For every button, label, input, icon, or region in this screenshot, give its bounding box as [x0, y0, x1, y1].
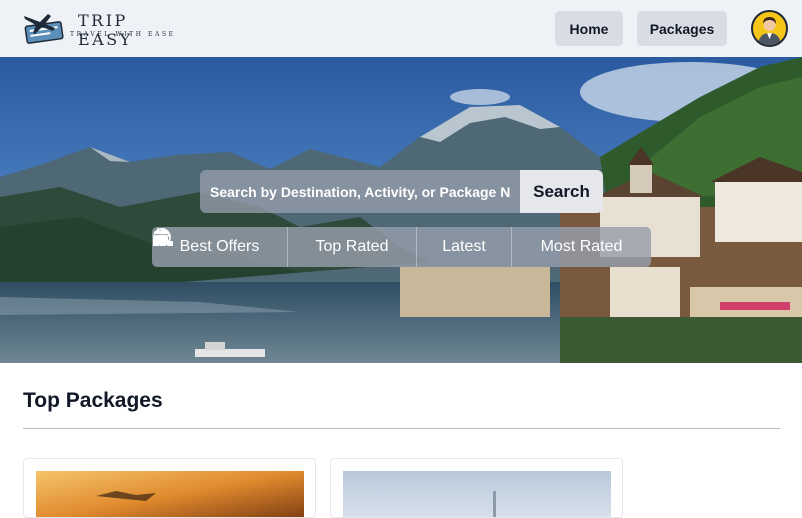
filter-latest[interactable]: Latest	[154, 227, 512, 267]
section-title-top-packages: Top Packages	[23, 389, 163, 412]
user-avatar-icon[interactable]	[751, 10, 788, 47]
hero-banner: Search Best Offers Top Rated Latest	[0, 57, 802, 363]
nav-home-button[interactable]: Home	[555, 11, 623, 46]
nav-packages-button[interactable]: Packages	[637, 11, 727, 46]
podium-icon	[153, 228, 173, 246]
plane-ticket-icon	[24, 14, 64, 44]
filter-label: Latest	[442, 238, 486, 255]
person-icon	[758, 17, 781, 45]
search-bar: Search	[200, 170, 603, 213]
divider	[23, 428, 780, 429]
logo[interactable]: TRIP EASY TRAVEL WITH EASE	[22, 10, 187, 49]
logo-subtitle: TRAVEL WITH EASE	[70, 31, 176, 38]
search-input[interactable]	[200, 170, 520, 213]
package-card[interactable]	[330, 458, 623, 518]
filter-label: Best Offers	[179, 238, 260, 255]
filter-most-rated[interactable]: Most Rated	[153, 227, 651, 267]
filter-top-rated[interactable]: Top Rated	[153, 227, 417, 267]
search-button[interactable]: Search	[520, 170, 603, 213]
top-navbar: TRIP EASY TRAVEL WITH EASE Home Packages	[0, 0, 802, 57]
package-card[interactable]	[23, 458, 316, 518]
filter-label: Most Rated	[540, 238, 623, 255]
filter-label: Top Rated	[315, 238, 389, 255]
filter-bar: Best Offers Top Rated Latest Most Rated	[152, 227, 651, 267]
logo-title: TRIP EASY	[78, 11, 133, 49]
